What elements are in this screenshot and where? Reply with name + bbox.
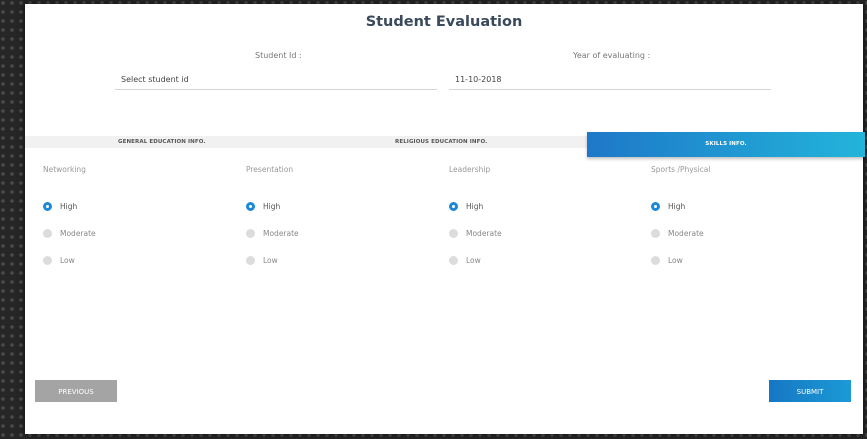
tab-skills[interactable]: SKILLS INFO. <box>587 132 865 157</box>
previous-button[interactable]: PREVIOUS <box>35 380 117 402</box>
radio-unchecked-icon[interactable] <box>246 256 255 265</box>
tab-bar: GENERAL EDUCATION INFO. RELIGIOUS EDUCAT… <box>25 132 865 157</box>
radio-checked-icon[interactable] <box>246 202 255 211</box>
option-low[interactable]: Low <box>651 256 683 265</box>
option-low[interactable]: Low <box>246 256 278 265</box>
option-moderate[interactable]: Moderate <box>651 229 704 238</box>
option-high[interactable]: High <box>651 202 685 211</box>
option-low[interactable]: Low <box>449 256 481 265</box>
radio-unchecked-icon[interactable] <box>651 229 660 238</box>
option-high[interactable]: High <box>43 202 77 211</box>
skill-sports-physical: Sports /Physical High Moderate Low <box>651 164 711 265</box>
option-low[interactable]: Low <box>43 256 75 265</box>
option-moderate[interactable]: Moderate <box>246 229 299 238</box>
radio-unchecked-icon[interactable] <box>449 229 458 238</box>
year-input[interactable] <box>449 70 771 90</box>
radio-unchecked-icon[interactable] <box>449 256 458 265</box>
skill-networking: Networking High Moderate Low <box>43 164 96 265</box>
option-moderate[interactable]: Moderate <box>449 229 502 238</box>
skill-title: Leadership <box>449 165 491 174</box>
radio-unchecked-icon[interactable] <box>43 256 52 265</box>
skill-leadership: Leadership High Moderate Low <box>449 164 502 265</box>
tab-religious-education[interactable]: RELIGIOUS EDUCATION INFO. <box>395 136 487 148</box>
radio-checked-icon[interactable] <box>43 202 52 211</box>
radio-unchecked-icon[interactable] <box>246 229 255 238</box>
student-id-label: Student Id : <box>255 51 302 60</box>
evaluation-panel: Student Evaluation Student Id : Year of … <box>25 4 865 434</box>
skill-title: Sports /Physical <box>651 165 711 174</box>
skill-presentation: Presentation High Moderate Low <box>246 164 299 265</box>
student-id-input[interactable] <box>115 70 437 90</box>
radio-checked-icon[interactable] <box>449 202 458 211</box>
radio-checked-icon[interactable] <box>651 202 660 211</box>
option-moderate[interactable]: Moderate <box>43 229 96 238</box>
tab-general-education[interactable]: GENERAL EDUCATION INFO. <box>118 136 206 148</box>
submit-button[interactable]: SUBMIT <box>769 380 851 402</box>
page-title: Student Evaluation <box>365 14 523 30</box>
option-high[interactable]: High <box>246 202 280 211</box>
radio-unchecked-icon[interactable] <box>651 256 660 265</box>
skill-title: Presentation <box>246 165 294 174</box>
option-high[interactable]: High <box>449 202 483 211</box>
radio-unchecked-icon[interactable] <box>43 229 52 238</box>
year-label: Year of evaluating : <box>573 51 651 60</box>
skill-title: Networking <box>43 165 86 174</box>
